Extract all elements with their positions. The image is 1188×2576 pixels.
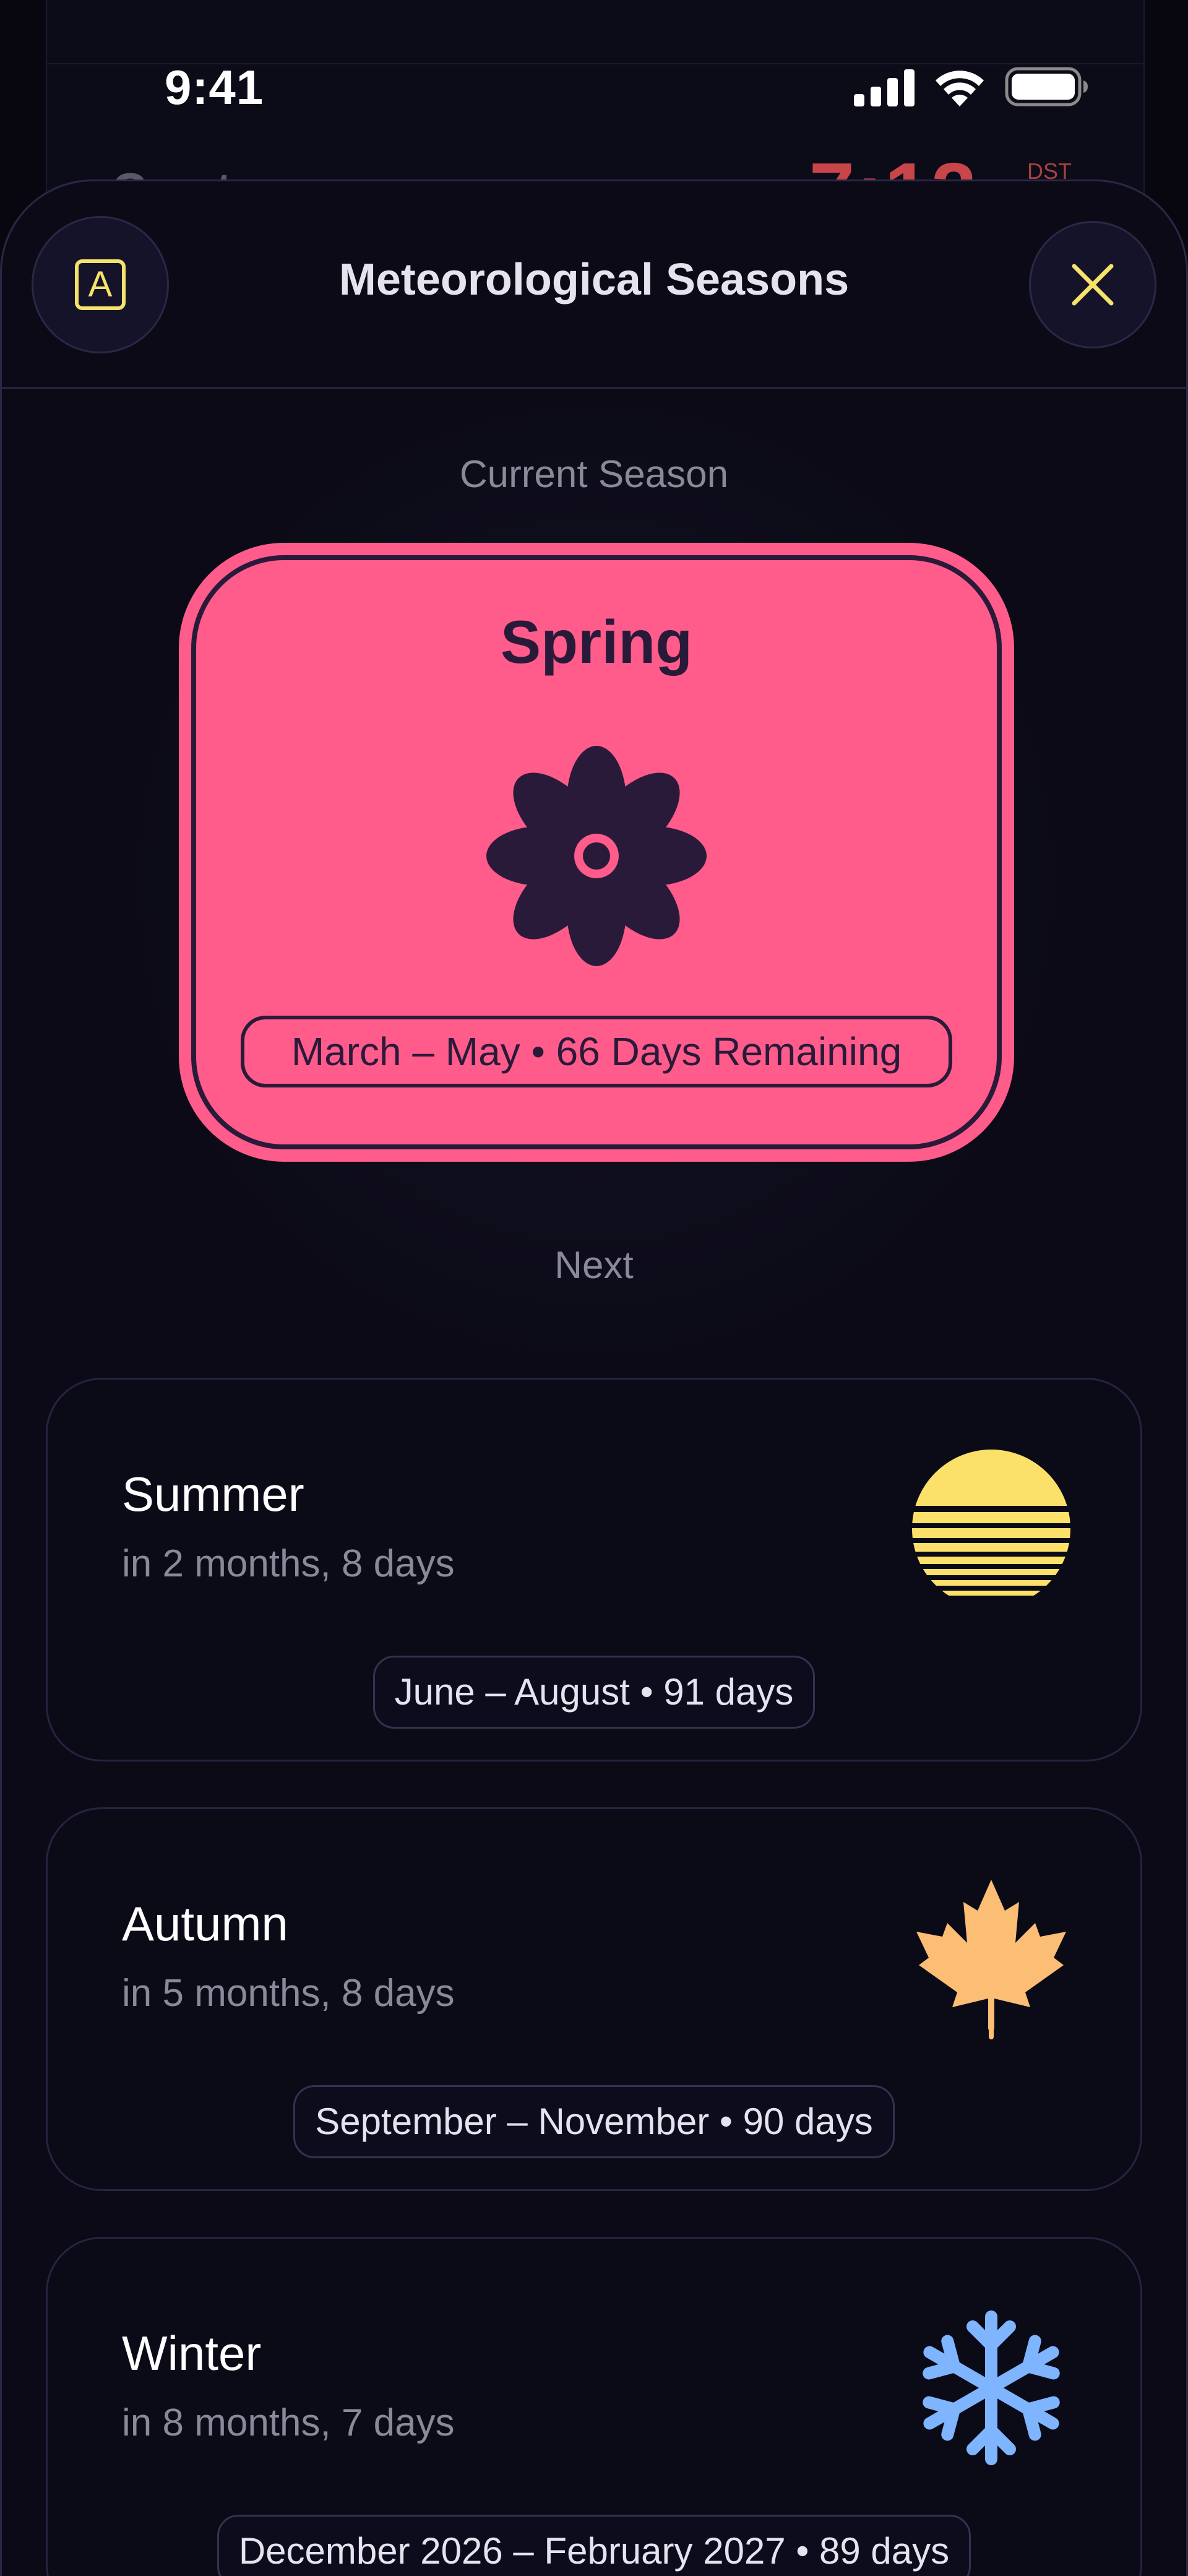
snowflake-icon bbox=[923, 2310, 1060, 2465]
maple-leaf-icon bbox=[916, 1880, 1066, 2039]
flower-icon bbox=[486, 746, 707, 966]
battery-icon bbox=[1005, 67, 1088, 106]
current-season-card[interactable]: Spring March – May • 66 Days Remaining bbox=[179, 543, 1014, 1162]
current-season-label: Current Season bbox=[459, 453, 729, 496]
season-range: December 2026 – February 2027 • 89 days bbox=[217, 2515, 971, 2576]
wifi-icon bbox=[936, 71, 984, 106]
season-range-pill: June – August • 91 days bbox=[48, 1656, 1140, 1729]
season-card-autumn[interactable]: Autumn in 5 months, 8 days September – N… bbox=[46, 1807, 1142, 2191]
next-seasons-label: Next bbox=[554, 1244, 634, 1287]
status-bar: 9:41 bbox=[0, 0, 1188, 161]
close-icon bbox=[1072, 264, 1114, 306]
season-name: Summer bbox=[122, 1467, 304, 1521]
season-range-pill: December 2026 – February 2027 • 89 days bbox=[48, 2515, 1140, 2576]
season-name: Winter bbox=[122, 2326, 262, 2380]
sun-icon bbox=[912, 1450, 1070, 1596]
close-button[interactable] bbox=[1029, 221, 1156, 348]
season-range: June – August • 91 days bbox=[372, 1656, 816, 1729]
season-card-summer[interactable]: Summer in 2 months, 8 days June – August… bbox=[46, 1378, 1142, 1761]
app-screen: C.....t 7:12 DST 9:41 bbox=[0, 0, 1188, 2576]
season-countdown: in 2 months, 8 days bbox=[122, 1542, 455, 1585]
season-countdown: in 8 months, 7 days bbox=[122, 2401, 455, 2444]
signal-icon bbox=[854, 69, 915, 106]
status-time: 9:41 bbox=[165, 60, 264, 115]
current-season-name: Spring bbox=[500, 608, 693, 676]
sheet-title: Meteorological Seasons bbox=[338, 255, 850, 305]
season-range-pill: September – November • 90 days bbox=[48, 2085, 1140, 2158]
sheet-header: A Meteorological Seasons bbox=[2, 181, 1186, 389]
season-card-winter[interactable]: Winter in 8 months, 7 days December 2026… bbox=[46, 2237, 1142, 2576]
season-name: Autumn bbox=[122, 1896, 288, 1951]
status-icons bbox=[854, 67, 1089, 106]
current-season-range: March – May • 66 Days Remaining bbox=[241, 1016, 952, 1087]
season-countdown: in 5 months, 8 days bbox=[122, 1972, 455, 2015]
season-range: September – November • 90 days bbox=[293, 2085, 895, 2158]
